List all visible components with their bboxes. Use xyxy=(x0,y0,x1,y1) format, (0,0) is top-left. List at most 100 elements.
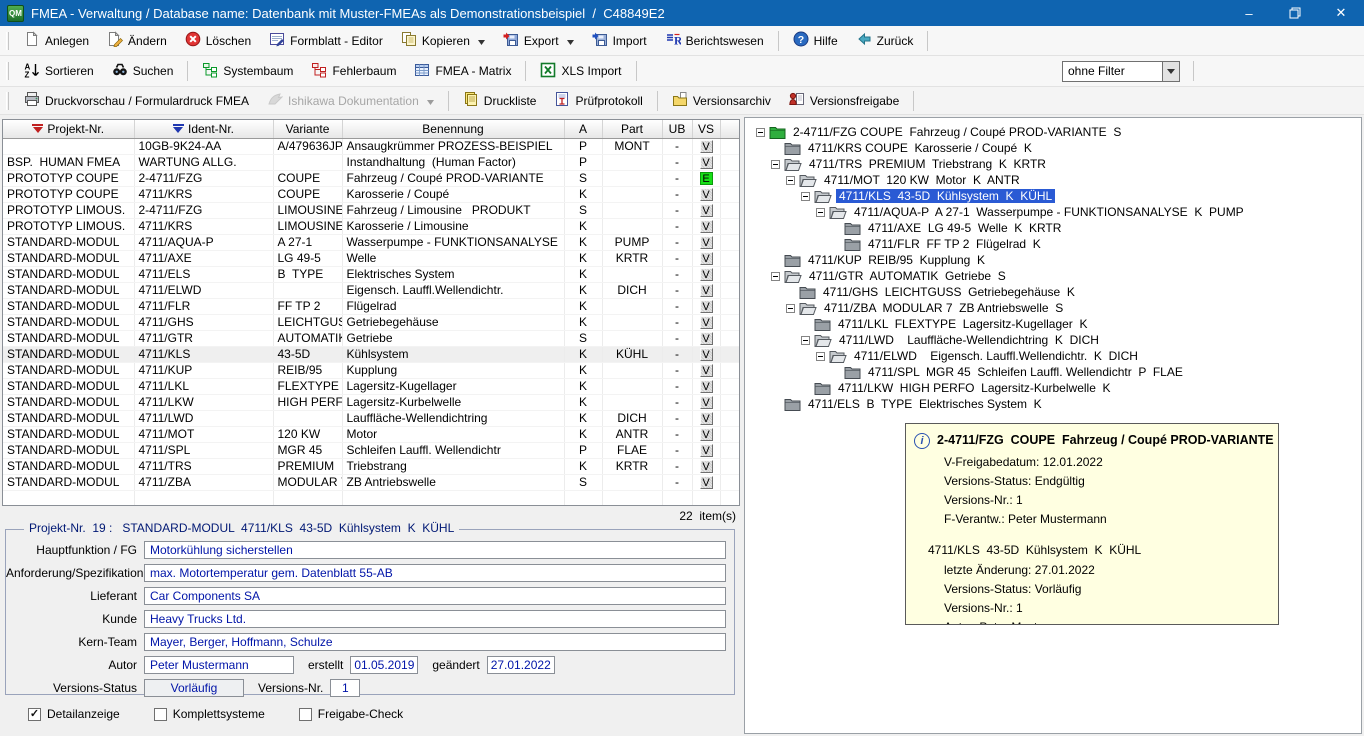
table-row[interactable]: STANDARD-MODUL4711/AQUA-PA 27-1Wasserpum… xyxy=(3,234,740,250)
toolbar-grip[interactable] xyxy=(6,32,9,50)
table-row[interactable]: STANDARD-MODUL4711/MOT120 KWMotorKANTR-V xyxy=(3,426,740,442)
table-row[interactable]: STANDARD-MODUL4711/ELSB TYPEElektrisches… xyxy=(3,266,740,282)
chevron-down-icon[interactable] xyxy=(1162,62,1179,81)
systembaum-button[interactable]: Systembaum xyxy=(193,59,302,84)
field-kern-team[interactable]: Mayer, Berger, Hoffmann, Schulze xyxy=(144,633,726,651)
collapse-minus-icon[interactable] xyxy=(769,272,782,281)
versionsarchiv-button[interactable]: Versionsarchiv xyxy=(663,88,780,113)
collapse-minus-icon[interactable] xyxy=(769,160,782,169)
table-row[interactable]: STANDARD-MODUL4711/AXELG 49-5WelleKKRTR-… xyxy=(3,250,740,266)
druckvorschau-formulardruck-fmea-button[interactable]: Druckvorschau / Formulardruck FMEA xyxy=(15,88,258,113)
collapse-minus-icon[interactable] xyxy=(814,352,827,361)
table-row[interactable]: 10GB-9K24-AAA/479636JPAnsaugkrümmer PROZ… xyxy=(3,138,740,154)
filter-dropdown[interactable]: ohne Filter xyxy=(1062,61,1180,82)
xls-import-button[interactable]: XLS Import xyxy=(531,59,630,84)
field-lieferant[interactable]: Car Components SA xyxy=(144,587,726,605)
table-row[interactable]: STANDARD-MODUL4711/FLRFF TP 2FlügelradK-… xyxy=(3,298,740,314)
collapse-minus-icon[interactable] xyxy=(814,208,827,217)
versionsfreigabe-button[interactable]: Versionsfreigabe xyxy=(780,88,908,113)
tree-node[interactable]: 4711/KLS 43-5D Kühlsystem K KÜHL xyxy=(750,188,1359,204)
fehlerbaum-button[interactable]: Fehlerbaum xyxy=(302,59,405,84)
suchen-button[interactable]: Suchen xyxy=(103,59,183,84)
column-header-ub[interactable]: UB xyxy=(662,120,692,138)
zurück-button[interactable]: Zurück xyxy=(847,28,923,53)
table-row[interactable]: BSP. HUMAN FMEAWARTUNG ALLG.Instandhaltu… xyxy=(3,154,740,170)
kopieren-button[interactable]: Kopieren xyxy=(392,28,494,53)
minimize-icon[interactable]: – xyxy=(1226,0,1272,26)
collapse-minus-icon[interactable] xyxy=(784,304,797,313)
tree-node[interactable]: 4711/AQUA-P A 27-1 Wasserpumpe - FUNKTIO… xyxy=(750,204,1359,220)
tree-node[interactable]: 4711/TRS PREMIUM Triebstrang K KRTR xyxy=(750,156,1359,172)
table-row[interactable]: STANDARD-MODUL4711/GTRAUTOMATIKGetriebeS… xyxy=(3,330,740,346)
column-header-a[interactable]: A xyxy=(564,120,602,138)
druckliste-button[interactable]: Druckliste xyxy=(454,88,546,113)
prüfprotokoll-button[interactable]: Prüfprotokoll xyxy=(545,88,651,113)
tree-node[interactable]: 4711/LKW HIGH PERFO Lagersitz-Kurbelwell… xyxy=(750,380,1359,396)
tree-node[interactable]: 4711/LWD Lauffläche-Wellendichtring K DI… xyxy=(750,332,1359,348)
table-row[interactable]: PROTOTYP COUPE4711/KRSCOUPEKarosserie / … xyxy=(3,186,740,202)
anlegen-button[interactable]: Anlegen xyxy=(15,28,98,53)
table-row[interactable]: STANDARD-MODUL4711/ZBAMODULAR 7ZB Antrie… xyxy=(3,474,740,490)
table-row[interactable]: STANDARD-MODUL4711/LKWHIGH PERFOLagersit… xyxy=(3,394,740,410)
tree-node[interactable]: 4711/ZBA MODULAR 7 ZB Antriebswelle S xyxy=(750,300,1359,316)
tree-node[interactable]: 4711/SPL MGR 45 Schleifen Lauffl. Wellen… xyxy=(750,364,1359,380)
table-row[interactable]: PROTOTYP LIMOUS.4711/KRSLIMOUSINEKarosse… xyxy=(3,218,740,234)
detailanzeige-checkbox[interactable]: ✓Detailanzeige xyxy=(28,707,120,721)
toolbar-grip[interactable] xyxy=(6,92,9,110)
table-row[interactable]: STANDARD-MODUL4711/LKLFLEXTYPELagersitz-… xyxy=(3,378,740,394)
sortieren-button[interactable]: AZSortieren xyxy=(15,59,103,84)
tree-node[interactable]: 4711/MOT 120 KW Motor K ANTR xyxy=(750,172,1359,188)
author-field[interactable]: Peter Mustermann xyxy=(144,656,294,674)
filter-red-icon[interactable] xyxy=(32,124,43,133)
close-icon[interactable]: ✕ xyxy=(1318,0,1364,26)
table-row[interactable]: PROTOTYP LIMOUS.2-4711/FZGLIMOUSINEFahrz… xyxy=(3,202,740,218)
table-row[interactable]: STANDARD-MODUL4711/LWDLauffläche-Wellend… xyxy=(3,410,740,426)
import-button[interactable]: Import xyxy=(583,28,656,53)
toolbar-grip[interactable] xyxy=(6,62,9,80)
löschen-button[interactable]: Löschen xyxy=(176,28,260,53)
modified-date-field[interactable]: 27.01.2022 xyxy=(487,656,555,674)
version-nr-field[interactable]: 1 xyxy=(330,679,360,697)
tree-node[interactable]: 4711/GTR AUTOMATIK Getriebe S xyxy=(750,268,1359,284)
column-header-benennung[interactable]: Benennung xyxy=(342,120,564,138)
collapse-minus-icon[interactable] xyxy=(754,128,767,137)
filter-blue-icon[interactable] xyxy=(173,124,184,133)
ändern-button[interactable]: Ändern xyxy=(98,28,176,53)
field-hauptfunktion-fg[interactable]: Motorkühlung sicherstellen xyxy=(144,541,726,559)
table-row[interactable]: STANDARD-MODUL4711/TRSPREMIUMTriebstrang… xyxy=(3,458,740,474)
tree-node[interactable]: 4711/ELWD Eigensch. Lauffl.Wellendichtr.… xyxy=(750,348,1359,364)
berichtswesen-button[interactable]: RBerichtswesen xyxy=(656,28,773,53)
column-header-ident-nr[interactable]: Ident-Nr. xyxy=(134,120,273,138)
freigabe-check-checkbox[interactable]: Freigabe-Check xyxy=(299,707,403,721)
tree-node[interactable]: 4711/LKL FLEXTYPE Lagersitz-Kugellager K xyxy=(750,316,1359,332)
tree-node[interactable]: 4711/FLR FF TP 2 Flügelrad K xyxy=(750,236,1359,252)
field-anforderung-spezifikation[interactable]: max. Motortemperatur gem. Datenblatt 55-… xyxy=(144,564,726,582)
column-header-variante[interactable]: Variante xyxy=(273,120,342,138)
hilfe-button[interactable]: ?Hilfe xyxy=(784,28,847,53)
tree-node[interactable]: 4711/AXE LG 49-5 Welle K KRTR xyxy=(750,220,1359,236)
table-row[interactable]: STANDARD-MODUL4711/ELWDEigensch. Lauffl.… xyxy=(3,282,740,298)
table-row[interactable]: PROTOTYP COUPE2-4711/FZGCOUPEFahrzeug / … xyxy=(3,170,740,186)
collapse-minus-icon[interactable] xyxy=(784,176,797,185)
formblatt-editor-button[interactable]: Formblatt - Editor xyxy=(260,28,392,53)
tree-node[interactable]: 4711/KUP REIB/95 Kupplung K xyxy=(750,252,1359,268)
tree-node[interactable]: 4711/GHS LEICHTGUSS Getriebegehäuse K xyxy=(750,284,1359,300)
column-header-part[interactable]: Part xyxy=(602,120,662,138)
column-header-projekt-nr[interactable]: Projekt-Nr. xyxy=(3,120,134,138)
tree-node[interactable]: 4711/ELS B TYPE Elektrisches System K xyxy=(750,396,1359,412)
created-date-field[interactable]: 01.05.2019 xyxy=(350,656,418,674)
komplettsysteme-checkbox[interactable]: Komplettsysteme xyxy=(154,707,265,721)
table-row[interactable]: STANDARD-MODUL4711/KLS43-5DKühlsystemKKÜ… xyxy=(3,346,740,362)
column-header-vs[interactable]: VS xyxy=(692,120,720,138)
table-row[interactable]: STANDARD-MODUL4711/GHSLEICHTGUSSGetriebe… xyxy=(3,314,740,330)
export-button[interactable]: Export xyxy=(494,28,583,53)
table-row[interactable]: STANDARD-MODUL4711/KUPREIB/95KupplungK-V xyxy=(3,362,740,378)
restore-icon[interactable] xyxy=(1272,0,1318,26)
tree-node[interactable]: 2-4711/FZG COUPE Fahrzeug / Coupé PROD-V… xyxy=(750,124,1359,140)
collapse-minus-icon[interactable] xyxy=(799,192,812,201)
table-row[interactable]: STANDARD-MODUL4711/SPLMGR 45Schleifen La… xyxy=(3,442,740,458)
tree-node[interactable]: 4711/KRS COUPE Karosserie / Coupé K xyxy=(750,140,1359,156)
fmea-matrix-button[interactable]: FMEA - Matrix xyxy=(405,59,520,84)
field-kunde[interactable]: Heavy Trucks Ltd. xyxy=(144,610,726,628)
collapse-minus-icon[interactable] xyxy=(799,336,812,345)
